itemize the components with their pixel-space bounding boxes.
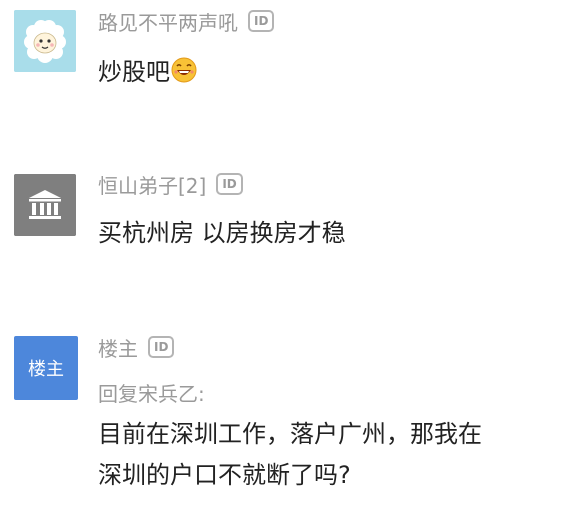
id-badge: ID [248,10,275,32]
username[interactable]: 恒山弟子[2] [98,170,206,199]
sheep-avatar-icon [14,10,76,72]
comment-content: 买杭州房 以房换房才稳 [98,213,346,248]
username[interactable]: 路见不平两声吼 [98,7,238,36]
comment-text: 炒股吧 [98,58,170,86]
comment-text: 买杭州房 以房换房才稳 [98,219,346,247]
comment-content-line: 目前在深圳工作，落户广州，那我在 [98,420,482,448]
avatar[interactable] [14,174,76,236]
owner-avatar-label: 楼主 [28,359,64,380]
grinning-face-emoji-icon [170,56,198,90]
comment-content-line: 深圳的户口不就断了吗? [98,461,351,489]
bank-building-icon [14,174,76,236]
id-badge: ID [148,336,175,358]
id-badge: ID [216,173,243,195]
comment-header: 恒山弟子[2] ID [98,170,243,198]
comment-header: 路见不平两声吼 ID [98,7,275,36]
avatar[interactable] [14,10,76,72]
comment-header: 楼主 ID [98,333,175,362]
comment-content: 炒股吧 [98,52,198,90]
reply-to-label[interactable]: 回复宋兵乙: [98,378,205,407]
username[interactable]: 楼主 [98,333,138,362]
avatar[interactable]: 楼主 [14,336,78,400]
